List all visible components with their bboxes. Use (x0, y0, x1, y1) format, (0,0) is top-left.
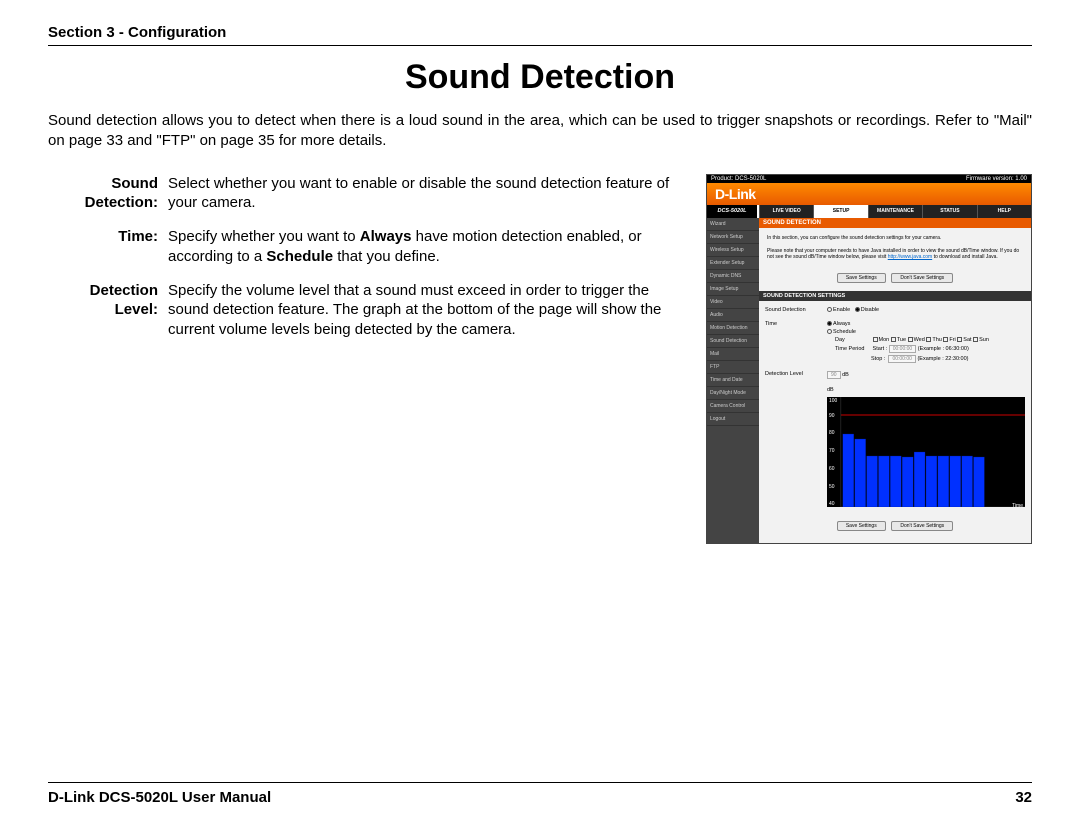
day-thu[interactable] (926, 337, 931, 342)
footer-manual-title: D-Link DCS-5020L User Manual (48, 789, 271, 806)
panel-sound-detection-title: SOUND DETECTION (759, 218, 1031, 228)
def-term-detection-level: Detection Level: (48, 281, 168, 340)
sidebar-item[interactable]: Video (707, 296, 759, 309)
dont-save-settings-button-bottom[interactable]: Don't Save Settings (891, 521, 953, 531)
svg-text:40: 40 (829, 500, 835, 506)
sidebar-item[interactable]: Camera Control (707, 400, 759, 413)
sidebar-item[interactable]: Audio (707, 309, 759, 322)
svg-text:90: 90 (829, 412, 835, 418)
db-label: dB (827, 387, 834, 393)
sidebar-item[interactable]: Dynamic DNS (707, 270, 759, 283)
config-screenshot: Product: DCS-5020L Firmware version: 1.0… (706, 174, 1032, 544)
dont-save-settings-button[interactable]: Don't Save Settings (891, 273, 953, 283)
sound-level-graph: 100 90 80 70 60 50 40 (827, 397, 1025, 507)
panel-sound-detection-text: In this section, you can configure the s… (765, 232, 1025, 267)
save-settings-button-bottom[interactable]: Save Settings (837, 521, 886, 531)
java-link[interactable]: http://www.java.com (888, 254, 932, 260)
brand-banner: D-Link (707, 183, 1031, 205)
section-header: Section 3 - Configuration (48, 24, 1032, 46)
intro-paragraph: Sound detection allows you to detect whe… (48, 111, 1032, 152)
day-fri[interactable] (943, 337, 948, 342)
sidebar-item[interactable]: Logout (707, 413, 759, 426)
sound-detection-label: Sound Detection (765, 307, 823, 313)
svg-text:60: 60 (829, 465, 835, 471)
sidebar: Wizard Network Setup Wireless Setup Exte… (707, 218, 759, 543)
sidebar-item[interactable]: Network Setup (707, 231, 759, 244)
sidebar-item[interactable]: FTP (707, 361, 759, 374)
detection-level-input[interactable]: 90 (827, 371, 841, 379)
model-label: DCS-5020L (707, 205, 759, 218)
svg-text:80: 80 (829, 429, 835, 435)
schedule-radio[interactable] (827, 329, 832, 334)
tab-setup[interactable]: SETUP (813, 205, 867, 218)
detection-level-label: Detection Level (765, 371, 823, 377)
day-mon[interactable] (873, 337, 878, 342)
disable-radio[interactable] (855, 307, 860, 312)
def-term-time: Time: (48, 227, 168, 267)
stop-time-input[interactable]: 00:00:00 (888, 355, 915, 363)
definitions-list: Sound Detection: Select whether you want… (48, 174, 692, 355)
svg-text:50: 50 (829, 483, 835, 489)
footer-page-number: 32 (1015, 789, 1032, 806)
time-label: Time (765, 321, 823, 327)
tab-help[interactable]: HELP (977, 205, 1031, 218)
day-sun[interactable] (973, 337, 978, 342)
sidebar-item[interactable]: Time and Date (707, 374, 759, 387)
sidebar-item[interactable]: Wireless Setup (707, 244, 759, 257)
def-term-sound-detection: Sound Detection: (48, 174, 168, 214)
sidebar-item[interactable]: Mail (707, 348, 759, 361)
sidebar-item[interactable]: Motion Detection (707, 322, 759, 335)
sidebar-item[interactable]: Wizard (707, 218, 759, 231)
tab-maintenance[interactable]: MAINTENANCE (868, 205, 922, 218)
product-label: Product: DCS-5020L (711, 176, 766, 182)
save-settings-button[interactable]: Save Settings (837, 273, 886, 283)
tab-live-video[interactable]: LIVE VIDEO (759, 205, 813, 218)
def-desc-sound-detection: Select whether you want to enable or dis… (168, 174, 692, 214)
brand-logo: D-Link (715, 186, 756, 202)
tab-status[interactable]: STATUS (922, 205, 976, 218)
def-desc-detection-level: Specify the volume level that a sound mu… (168, 281, 692, 340)
sidebar-item[interactable]: Sound Detection (707, 335, 759, 348)
day-tue[interactable] (891, 337, 896, 342)
sidebar-item[interactable]: Image Setup (707, 283, 759, 296)
firmware-label: Firmware version: 1.00 (966, 176, 1027, 182)
svg-text:100: 100 (829, 397, 837, 403)
day-sat[interactable] (957, 337, 962, 342)
svg-text:70: 70 (829, 447, 835, 453)
day-wed[interactable] (908, 337, 913, 342)
always-radio[interactable] (827, 321, 832, 326)
sidebar-item[interactable]: Extender Setup (707, 257, 759, 270)
sidebar-item[interactable]: Day/Night Mode (707, 387, 759, 400)
panel-settings-title: SOUND DETECTION SETTINGS (759, 291, 1031, 301)
start-time-input[interactable]: 00:00:00 (889, 345, 916, 353)
def-desc-time: Specify whether you want to Always have … (168, 227, 692, 267)
page-title: Sound Detection (48, 58, 1032, 97)
enable-radio[interactable] (827, 307, 832, 312)
